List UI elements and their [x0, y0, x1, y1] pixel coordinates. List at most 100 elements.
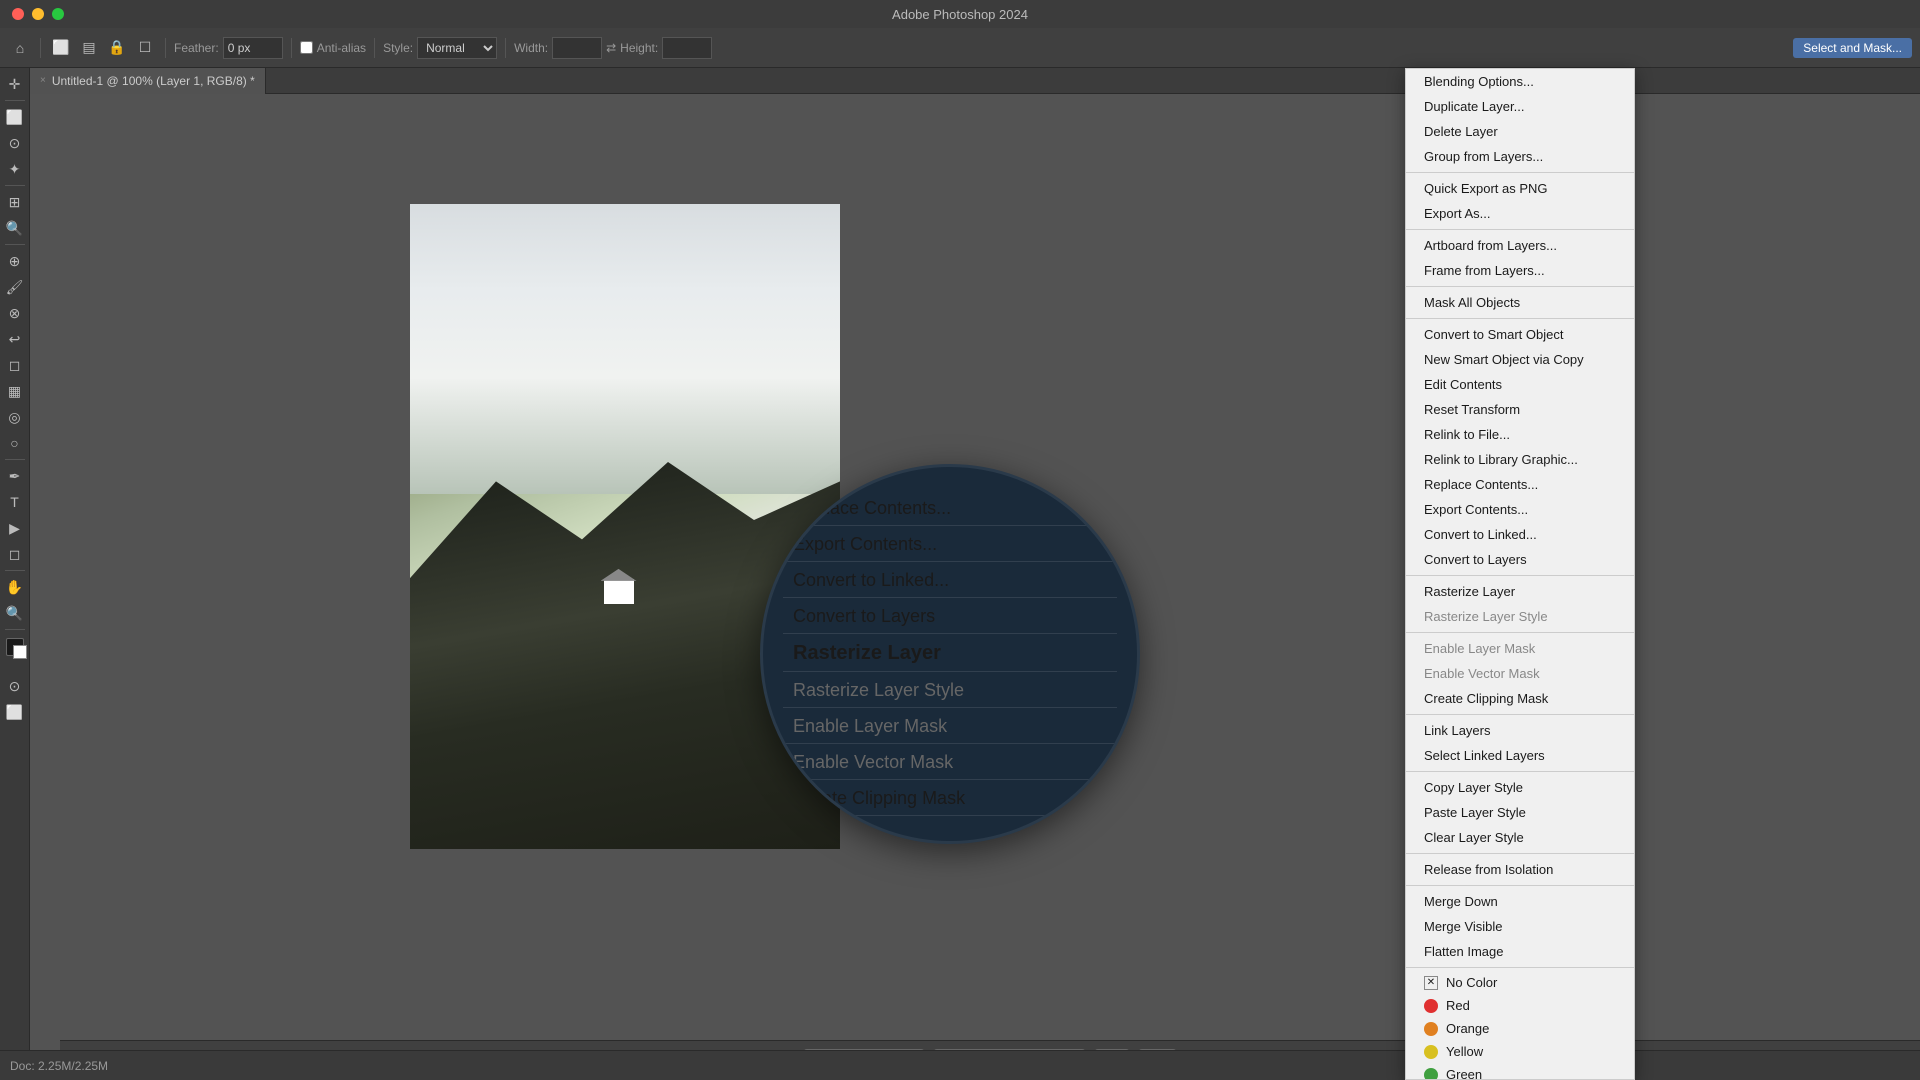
ctx-sep-8 — [1406, 771, 1634, 772]
ctx-item-frame[interactable]: Frame from Layers... — [1406, 258, 1634, 283]
feather-input[interactable] — [223, 37, 283, 59]
ctx-item-clear-layer-style[interactable]: Clear Layer Style — [1406, 825, 1634, 850]
magic-wand-tool[interactable]: ✦ — [3, 157, 27, 181]
ctx-item-create-clipping-mask[interactable]: Create Clipping Mask — [1406, 686, 1634, 711]
color-label-red[interactable]: Red — [1406, 994, 1634, 1017]
color-label-no-color[interactable]: ✕ No Color — [1406, 971, 1634, 994]
rect-marquee-tool[interactable]: ⬜ — [3, 105, 27, 129]
app-title: Adobe Photoshop 2024 — [892, 7, 1028, 22]
magnified-convert-to-layers[interactable]: Convert to Layers — [783, 600, 1117, 634]
red-label: Red — [1446, 998, 1470, 1013]
document-tab[interactable]: × Untitled-1 @ 100% (Layer 1, RGB/8) * — [30, 68, 266, 94]
screen-mode-tool[interactable]: ⬜ — [3, 700, 27, 724]
ctx-item-export-as[interactable]: Export As... — [1406, 201, 1634, 226]
toolbar-separator-2 — [165, 38, 166, 58]
swap-icon[interactable]: ⇄ — [606, 41, 616, 55]
move-tool[interactable]: ✛ — [3, 72, 27, 96]
ctx-item-delete-layer[interactable]: Delete Layer — [1406, 119, 1634, 144]
ctx-sep-10 — [1406, 885, 1634, 886]
ctx-item-select-linked[interactable]: Select Linked Layers — [1406, 743, 1634, 768]
lasso-tool[interactable]: ⊙ — [3, 131, 27, 155]
ctx-item-paste-layer-style[interactable]: Paste Layer Style — [1406, 800, 1634, 825]
width-input[interactable] — [552, 37, 602, 59]
quick-mask-tool[interactable]: ⊙ — [3, 674, 27, 698]
ctx-item-convert-linked[interactable]: Convert to Linked... — [1406, 522, 1634, 547]
height-input[interactable] — [662, 37, 712, 59]
hand-tool[interactable]: ✋ — [3, 575, 27, 599]
ctx-item-replace-contents[interactable]: Replace Contents... — [1406, 472, 1634, 497]
ctx-item-mask-all[interactable]: Mask All Objects — [1406, 290, 1634, 315]
magnified-export-contents[interactable]: Export Contents... — [783, 528, 1117, 562]
ctx-item-group-from-layers[interactable]: Group from Layers... — [1406, 144, 1634, 169]
text-tool[interactable]: T — [3, 490, 27, 514]
ctx-item-release-isolation[interactable]: Release from Isolation — [1406, 857, 1634, 882]
minimize-button[interactable] — [32, 8, 44, 20]
ctx-item-relink-file[interactable]: Relink to File... — [1406, 422, 1634, 447]
crop-tool[interactable]: ⊞ — [3, 190, 27, 214]
maximize-button[interactable] — [52, 8, 64, 20]
magnified-rasterize-layer-style: Rasterize Layer Style — [783, 674, 1117, 708]
ctx-item-convert-layers[interactable]: Convert to Layers — [1406, 547, 1634, 572]
style-select[interactable]: Normal Fixed Ratio Fixed Size — [417, 37, 497, 59]
color-label-green[interactable]: Green — [1406, 1063, 1634, 1080]
clone-stamp-tool[interactable]: ⊗ — [3, 301, 27, 325]
ctx-item-enable-vector-mask: Enable Vector Mask — [1406, 661, 1634, 686]
ctx-item-relink-library[interactable]: Relink to Library Graphic... — [1406, 447, 1634, 472]
ctx-item-link-layers[interactable]: Link Layers — [1406, 718, 1634, 743]
pen-tool[interactable]: ✒ — [3, 464, 27, 488]
home-icon[interactable]: ⌂ — [8, 36, 32, 60]
green-label: Green — [1446, 1067, 1482, 1080]
ctx-item-merge-visible[interactable]: Merge Visible — [1406, 914, 1634, 939]
path-selection-tool[interactable]: ▶ — [3, 516, 27, 540]
no-color-label: No Color — [1446, 975, 1497, 990]
close-button[interactable] — [12, 8, 24, 20]
ctx-item-export-contents[interactable]: Export Contents... — [1406, 497, 1634, 522]
blur-tool[interactable]: ◎ — [3, 405, 27, 429]
tab-label: Untitled-1 @ 100% (Layer 1, RGB/8) * — [52, 74, 255, 88]
ctx-item-flatten-image[interactable]: Flatten Image — [1406, 939, 1634, 964]
style-label: Style: — [383, 41, 413, 55]
tab-close-icon[interactable]: × — [40, 75, 46, 86]
gradient-tool[interactable]: ▦ — [3, 379, 27, 403]
shape-tool[interactable]: ◻ — [3, 542, 27, 566]
ctx-sep-6 — [1406, 632, 1634, 633]
marquee-icon[interactable]: ⬜ — [49, 36, 73, 60]
ctx-item-artboard[interactable]: Artboard from Layers... — [1406, 233, 1634, 258]
ctx-item-reset-transform[interactable]: Reset Transform — [1406, 397, 1634, 422]
canvas-area: × Untitled-1 @ 100% (Layer 1, RGB/8) * R… — [30, 68, 1920, 1080]
photo-container — [410, 204, 840, 849]
ctx-sep-9 — [1406, 853, 1634, 854]
ctx-sep-2 — [1406, 229, 1634, 230]
magnified-enable-layer-mask: Enable Layer Mask — [783, 710, 1117, 744]
ctx-item-quick-export[interactable]: Quick Export as PNG — [1406, 176, 1634, 201]
color-label-yellow[interactable]: Yellow — [1406, 1040, 1634, 1063]
ctx-item-copy-layer-style[interactable]: Copy Layer Style — [1406, 775, 1634, 800]
green-dot — [1424, 1068, 1438, 1080]
eraser-tool[interactable]: ◻ — [3, 353, 27, 377]
brush-tool[interactable]: 🖌 — [3, 275, 27, 299]
anti-alias-checkbox[interactable] — [300, 41, 313, 54]
healing-brush-tool[interactable]: ⊕ — [3, 249, 27, 273]
eyedropper-tool[interactable]: 🔍 — [3, 216, 27, 240]
ctx-item-duplicate-layer[interactable]: Duplicate Layer... — [1406, 94, 1634, 119]
artboard-icon[interactable]: ☐ — [133, 36, 157, 60]
magnified-rasterize-layer[interactable]: Rasterize Layer — [783, 636, 1117, 672]
dodge-tool[interactable]: ○ — [3, 431, 27, 455]
ctx-item-blending-options[interactable]: Blending Options... — [1406, 69, 1634, 94]
lock-icon[interactable]: 🔒 — [105, 36, 129, 60]
main-toolbar: ⌂ ⬜ ▤ 🔒 ☐ Feather: Anti-alias Style: Nor… — [0, 28, 1920, 68]
ctx-item-new-smart-via-copy[interactable]: New Smart Object via Copy — [1406, 347, 1634, 372]
magnified-convert-to-linked[interactable]: Convert to Linked... — [783, 564, 1117, 598]
options-icon[interactable]: ▤ — [77, 36, 101, 60]
foreground-color[interactable] — [6, 638, 24, 656]
ctx-item-convert-smart[interactable]: Convert to Smart Object — [1406, 322, 1634, 347]
ctx-item-rasterize-layer[interactable]: Rasterize Layer — [1406, 579, 1634, 604]
ctx-item-merge-down[interactable]: Merge Down — [1406, 889, 1634, 914]
toolbar-separator-3 — [291, 38, 292, 58]
ctx-item-edit-contents[interactable]: Edit Contents — [1406, 372, 1634, 397]
history-brush-tool[interactable]: ↩ — [3, 327, 27, 351]
color-label-orange[interactable]: Orange — [1406, 1017, 1634, 1040]
ctx-sep-11 — [1406, 967, 1634, 968]
zoom-tool[interactable]: 🔍 — [3, 601, 27, 625]
select-mask-button[interactable]: Select and Mask... — [1793, 38, 1912, 58]
